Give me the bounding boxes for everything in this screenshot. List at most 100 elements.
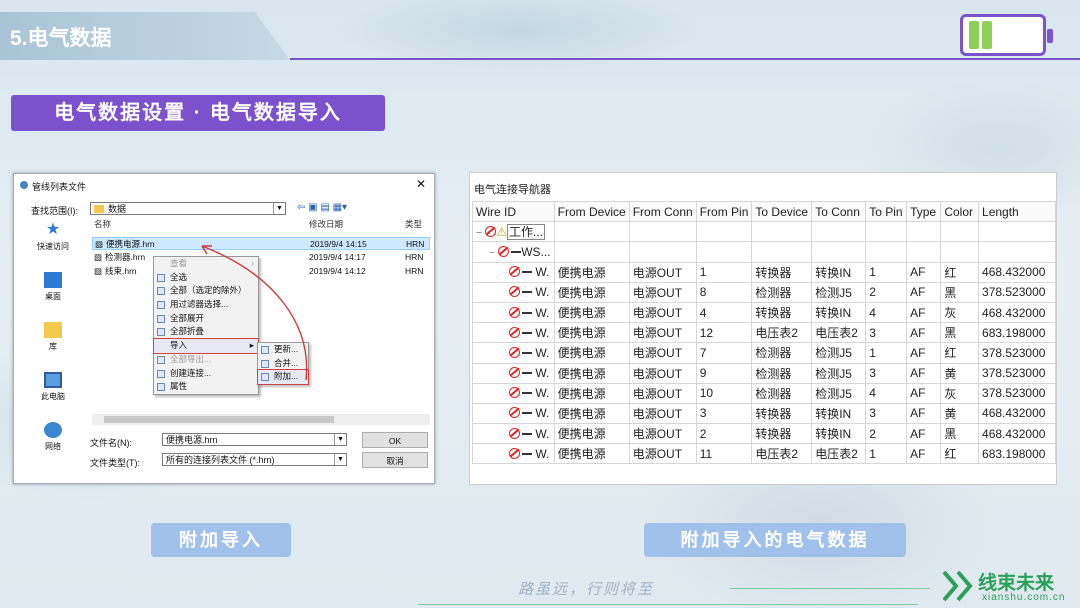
- section-banner: 电气数据设置 · 电气数据导入: [11, 95, 385, 131]
- table-cell: 378.523000: [978, 382, 1056, 404]
- file-name: 线束.hrn: [105, 266, 137, 276]
- column-header[interactable]: Length: [978, 200, 1056, 223]
- table-row[interactable]: W. 便携电源 电源OUT 1 转换器 转换IN 1 AF 红 468.432000: [472, 261, 1056, 283]
- prohibit-icon: [509, 326, 520, 338]
- file-icon: ▧: [95, 239, 104, 249]
- table-cell: 468.432000: [978, 423, 1056, 445]
- place-network[interactable]: 网络: [20, 422, 86, 468]
- filename-label: 文件名(N):: [90, 438, 132, 448]
- table-cell: 468.432000: [978, 301, 1056, 324]
- prohibit-icon: [509, 387, 520, 399]
- filetype-label: 文件类型(T):: [90, 458, 140, 468]
- table-cell: 黄: [940, 362, 980, 384]
- place-quick-access[interactable]: ★ 快速访问: [20, 222, 86, 268]
- place-desktop[interactable]: 桌面: [20, 272, 86, 318]
- column-header[interactable]: Color: [940, 200, 980, 223]
- table-cell: 黑: [940, 423, 980, 445]
- place-this-pc[interactable]: 此电脑: [20, 372, 86, 418]
- wire-id: W.: [535, 406, 550, 421]
- collapse-icon[interactable]: −: [476, 228, 482, 239]
- filename-input[interactable]: 便携电源.hrn ▼: [162, 433, 347, 446]
- column-header[interactable]: From Pin: [695, 200, 753, 223]
- column-header[interactable]: To Device: [751, 200, 813, 223]
- table-row[interactable]: W. 便携电源 电源OUT 11 电压表2 电压表2 1 AF 红 683.198000: [472, 443, 1056, 465]
- network-icon: [44, 422, 62, 438]
- collapse-icon[interactable]: −: [489, 248, 495, 259]
- table-cell: 检测器: [751, 362, 813, 384]
- file-type: HRN: [406, 239, 425, 249]
- chevron-down-icon: ▼: [334, 454, 346, 465]
- column-type[interactable]: 类型: [405, 218, 422, 232]
- table-cell: AF: [906, 281, 942, 303]
- filetype-select[interactable]: 所有的连接列表文件 (*.hrn) ▼: [162, 453, 347, 466]
- table-row[interactable]: W. 便携电源 电源OUT 4 转换器 转换IN 4 AF 灰 468.432000: [472, 301, 1056, 324]
- column-header[interactable]: To Conn: [811, 200, 867, 223]
- place-label: 此电脑: [41, 392, 65, 401]
- warning-icon: ⚠: [496, 225, 507, 240]
- tree-row-root[interactable]: − ⚠ 工作...: [472, 221, 1056, 243]
- table-cell: 电压表2: [811, 443, 867, 465]
- lookin-label: 查找范围(I):: [31, 206, 78, 216]
- wire-icon: [522, 311, 532, 314]
- app-icon: [20, 181, 28, 189]
- wire-id-cell: W.: [472, 322, 555, 344]
- place-library[interactable]: 库: [20, 322, 86, 368]
- table-cell: 检测器: [751, 281, 813, 303]
- open-file-dialog: 管线列表文件 ✕ 查找范围(I): 数据 ▼ ⇦ ▣ ▤ ▦▾ ★ 快速访问 桌面…: [13, 173, 435, 484]
- table-row[interactable]: W. 便携电源 电源OUT 2 转换器 转换IN 2 AF 黑 468.432000: [472, 423, 1056, 445]
- table-cell: 便携电源: [553, 402, 630, 425]
- column-date[interactable]: 修改日期: [309, 218, 343, 232]
- wire-id: W.: [535, 305, 550, 320]
- lookin-value: 数据: [108, 204, 127, 214]
- filename-value: 便携电源.hrn: [166, 435, 218, 445]
- table-cell: 1: [865, 342, 908, 364]
- table-row[interactable]: W. 便携电源 电源OUT 10 检测器 检测J5 4 AF 灰 378.523000: [472, 382, 1056, 404]
- cancel-button[interactable]: 取消: [362, 452, 428, 468]
- table-row[interactable]: W. 便携电源 电源OUT 9 检测器 检测J5 3 AF 黄 378.523000: [472, 362, 1056, 384]
- table-row[interactable]: W. 便携电源 电源OUT 7 检测器 检测J5 1 AF 红 378.523000: [472, 342, 1056, 364]
- footer-motto: 路虽远，行则将至: [518, 582, 655, 598]
- horizontal-scrollbar[interactable]: [92, 414, 430, 425]
- column-name[interactable]: 名称: [94, 218, 111, 232]
- column-header[interactable]: From Conn: [628, 200, 697, 223]
- chevron-down-icon: ▼: [273, 203, 285, 214]
- library-icon: [44, 322, 62, 338]
- table-cell: 电源OUT: [628, 382, 697, 404]
- lookin-select[interactable]: 数据 ▼: [90, 202, 286, 215]
- column-header[interactable]: To Pin: [865, 200, 908, 223]
- column-header[interactable]: Wire ID: [472, 200, 555, 223]
- wire-icon: [522, 392, 532, 395]
- nav-toolbar[interactable]: ⇦ ▣ ▤ ▦▾: [297, 202, 347, 213]
- table-cell: 2: [865, 423, 908, 445]
- column-header[interactable]: From Device: [553, 200, 630, 223]
- table-cell: 12: [695, 322, 753, 344]
- file-name: 便携电源.hrn: [106, 239, 155, 249]
- brand-logo-icon: [942, 570, 973, 602]
- wire-id: W.: [535, 285, 550, 300]
- caption-left: 附加导入: [151, 523, 291, 557]
- table-cell: 9: [695, 362, 753, 384]
- table-row[interactable]: W. 便携电源 电源OUT 8 检测器 检测J5 2 AF 黑 378.523000: [472, 281, 1056, 303]
- table-cell: AF: [906, 261, 942, 283]
- table-cell: AF: [906, 342, 942, 364]
- annotation-arrow: [201, 245, 308, 381]
- table-row[interactable]: W. 便携电源 电源OUT 3 转换器 转换IN 3 AF 黄 468.432000: [472, 402, 1056, 425]
- wire-id-cell: W.: [472, 301, 555, 324]
- column-header[interactable]: Type: [906, 200, 942, 223]
- table-cell: 转换器: [751, 301, 813, 324]
- wire-id-cell: W.: [472, 402, 555, 425]
- menu-label: 全选: [170, 271, 188, 282]
- tree-row-group[interactable]: − WS...: [472, 241, 1056, 263]
- table-cell: 电压表2: [751, 322, 813, 344]
- chevron-down-icon: ▼: [334, 434, 346, 445]
- table-cell: 转换IN: [811, 261, 867, 283]
- menu-label: 导入: [170, 340, 188, 351]
- places-bar: ★ 快速访问 桌面 库 此电脑 网络: [20, 218, 86, 468]
- table-cell: 便携电源: [553, 382, 630, 404]
- wire-id-cell: W.: [472, 362, 555, 384]
- wire-id: W.: [535, 345, 550, 360]
- table-row[interactable]: W. 便携电源 电源OUT 12 电压表2 电压表2 3 AF 黑 683.198000: [472, 322, 1056, 344]
- table-cell: 电源OUT: [628, 402, 697, 425]
- close-icon[interactable]: ✕: [416, 177, 426, 191]
- ok-button[interactable]: OK: [362, 432, 428, 448]
